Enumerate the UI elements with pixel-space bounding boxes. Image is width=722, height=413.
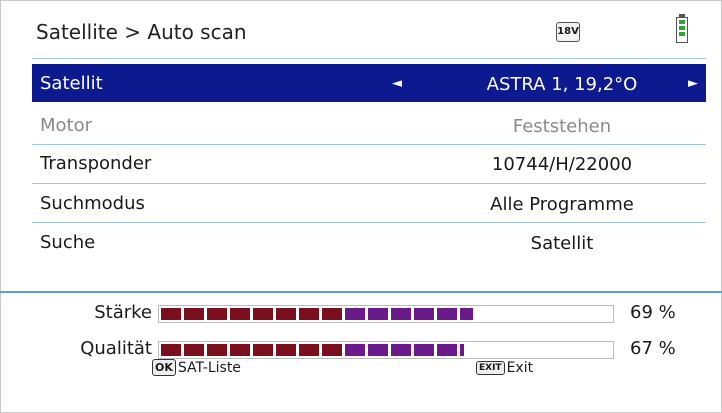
menu-label: Suchmodus	[40, 193, 145, 214]
menu-row-motor: Motor Feststehen	[32, 106, 706, 144]
meter-block	[345, 344, 365, 356]
ok-sat-list-button[interactable]: OK SAT-Liste	[152, 357, 241, 377]
meter-block	[253, 308, 273, 320]
menu-row-satellit[interactable]: Satellit ◄ ASTRA 1, 19,2°O ►	[32, 64, 706, 102]
menu-value: Alle Programme	[490, 194, 634, 215]
meter-block	[161, 344, 181, 356]
menu-label: Motor	[40, 115, 93, 136]
meter-block	[460, 308, 473, 320]
section-divider	[0, 291, 722, 293]
menu-row-transponder[interactable]: Transponder 10744/H/22000	[32, 144, 706, 182]
exit-button[interactable]: EXIT Exit	[476, 357, 533, 377]
meter-block	[161, 308, 181, 320]
meter-block	[207, 344, 227, 356]
ok-key-icon: OK	[152, 359, 176, 376]
meter-block	[276, 344, 296, 356]
exit-label: Exit	[506, 359, 534, 376]
battery-icon	[676, 14, 688, 43]
menu-label: Suche	[40, 232, 96, 253]
meter-block	[184, 308, 204, 320]
meter-block	[230, 308, 250, 320]
page-title: Satellite > Auto scan	[36, 20, 247, 44]
menu-value: Feststehen	[512, 116, 612, 137]
strength-percent: 69 %	[630, 302, 676, 323]
arrow-left-icon[interactable]: ◄	[392, 76, 402, 91]
meter-block	[437, 344, 457, 356]
meter-block	[368, 308, 388, 320]
menu-value: Satellit	[530, 233, 594, 254]
strength-meter	[158, 305, 614, 323]
meter-block	[368, 344, 388, 356]
meter-block	[207, 308, 227, 320]
meter-block	[230, 344, 250, 356]
meter-block	[322, 344, 342, 356]
header-divider	[32, 58, 706, 59]
meter-block	[299, 344, 319, 356]
quality-percent: 67 %	[630, 338, 676, 359]
quality-label: Qualität	[80, 338, 152, 359]
meter-block	[299, 308, 319, 320]
meter-block	[437, 308, 457, 320]
menu-value: ASTRA 1, 19,2°O	[486, 74, 638, 95]
meter-block	[391, 344, 411, 356]
meter-block	[276, 308, 296, 320]
exit-key-icon: EXIT	[476, 360, 505, 375]
voltage-badge: 18V	[556, 22, 580, 42]
meter-block	[460, 344, 464, 356]
ok-label: SAT-Liste	[177, 359, 241, 376]
menu-row-suche[interactable]: Suche Satellit	[32, 223, 706, 261]
meter-block	[322, 308, 342, 320]
meter-block	[391, 308, 411, 320]
menu-label: Satellit	[40, 73, 103, 94]
strength-label: Stärke	[94, 302, 152, 323]
meter-block	[184, 344, 204, 356]
header: Satellite > Auto scan 18V	[0, 0, 722, 58]
meter-block	[253, 344, 273, 356]
menu-value: 10744/H/22000	[491, 154, 633, 175]
menu-row-suchmodus[interactable]: Suchmodus Alle Programme	[32, 184, 706, 222]
menu-label: Transponder	[40, 153, 152, 174]
arrow-right-icon[interactable]: ►	[688, 76, 698, 91]
meter-block	[414, 308, 434, 320]
meter-block	[345, 308, 365, 320]
meter-block	[414, 344, 434, 356]
